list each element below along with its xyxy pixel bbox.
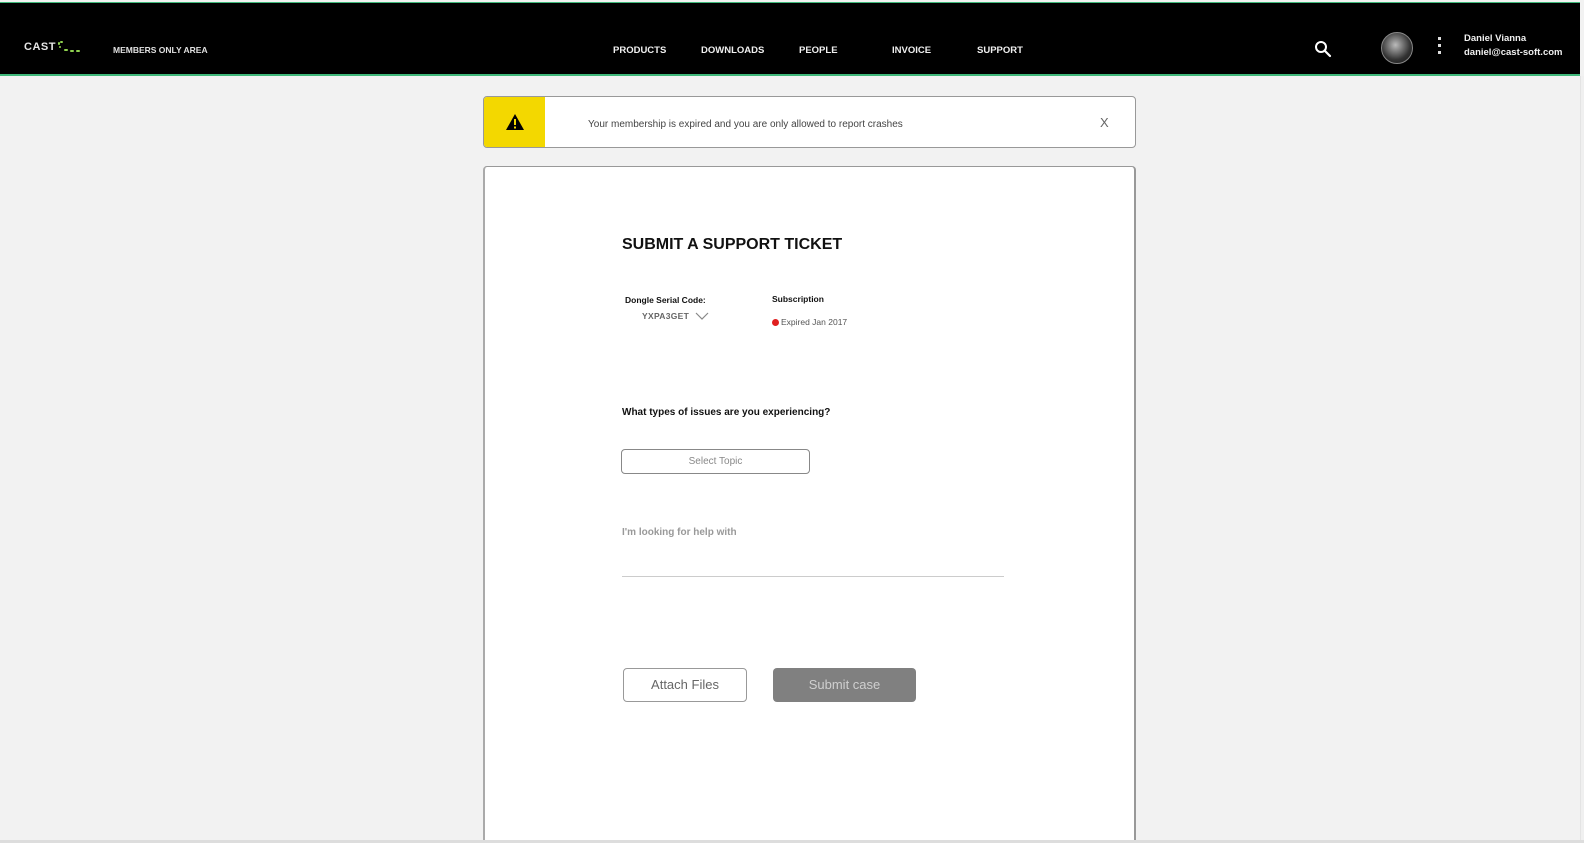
nav-support[interactable]: SUPPORT [977,45,1023,56]
dongle-serial-label: Dongle Serial Code: [625,295,706,305]
members-only-label: MEMBERS ONLY AREA [113,45,208,55]
logo-text: CAST [24,41,56,53]
scrollbar[interactable] [1580,76,1584,840]
user-name: Daniel Vianna [1464,33,1527,44]
user-avatar[interactable] [1381,32,1413,64]
subscription-status-text: Expired Jan 2017 [781,317,848,327]
warning-icon [506,114,524,130]
membership-alert: Your membership is expired and you are o… [483,96,1136,148]
nav-downloads[interactable]: DOWNLOADS [701,45,764,56]
dongle-serial-select[interactable]: YXPA3GET [642,311,709,321]
chevron-down-icon [695,312,709,320]
status-dot-icon [772,318,779,326]
nav-products[interactable]: PRODUCTS [613,45,666,56]
top-navigation-bar: CAST MEMBERS ONLY AREA PRODUCTS DOWNLOAD… [0,2,1580,76]
kebab-menu-icon[interactable] [1436,37,1442,59]
nav-invoice[interactable]: INVOICE [892,45,931,56]
subscription-status: Expired Jan 2017 [772,317,847,327]
submit-case-button[interactable]: Submit case [773,668,916,702]
alert-close-button[interactable]: X [1100,115,1109,130]
attach-files-button[interactable]: Attach Files [623,668,747,702]
issue-type-question: What types of issues are you experiencin… [622,407,831,418]
nav-people[interactable]: PEOPLE [799,45,838,56]
subscription-label: Subscription [772,294,824,304]
dongle-serial-value: YXPA3GET [642,311,690,321]
cast-logo[interactable]: CAST [24,41,84,53]
search-icon[interactable] [1314,40,1332,58]
support-ticket-card [483,166,1136,843]
select-topic-dropdown[interactable]: Select Topic [621,449,810,474]
alert-message: Your membership is expired and you are o… [588,119,903,130]
user-email: daniel@cast-soft.com [1464,47,1563,58]
help-description-input[interactable]: I'm looking for help with [622,524,1004,577]
help-input-placeholder: I'm looking for help with [622,527,737,538]
page-title: SUBMIT A SUPPORT TICKET [622,236,843,253]
logo-mark-icon [57,41,84,53]
